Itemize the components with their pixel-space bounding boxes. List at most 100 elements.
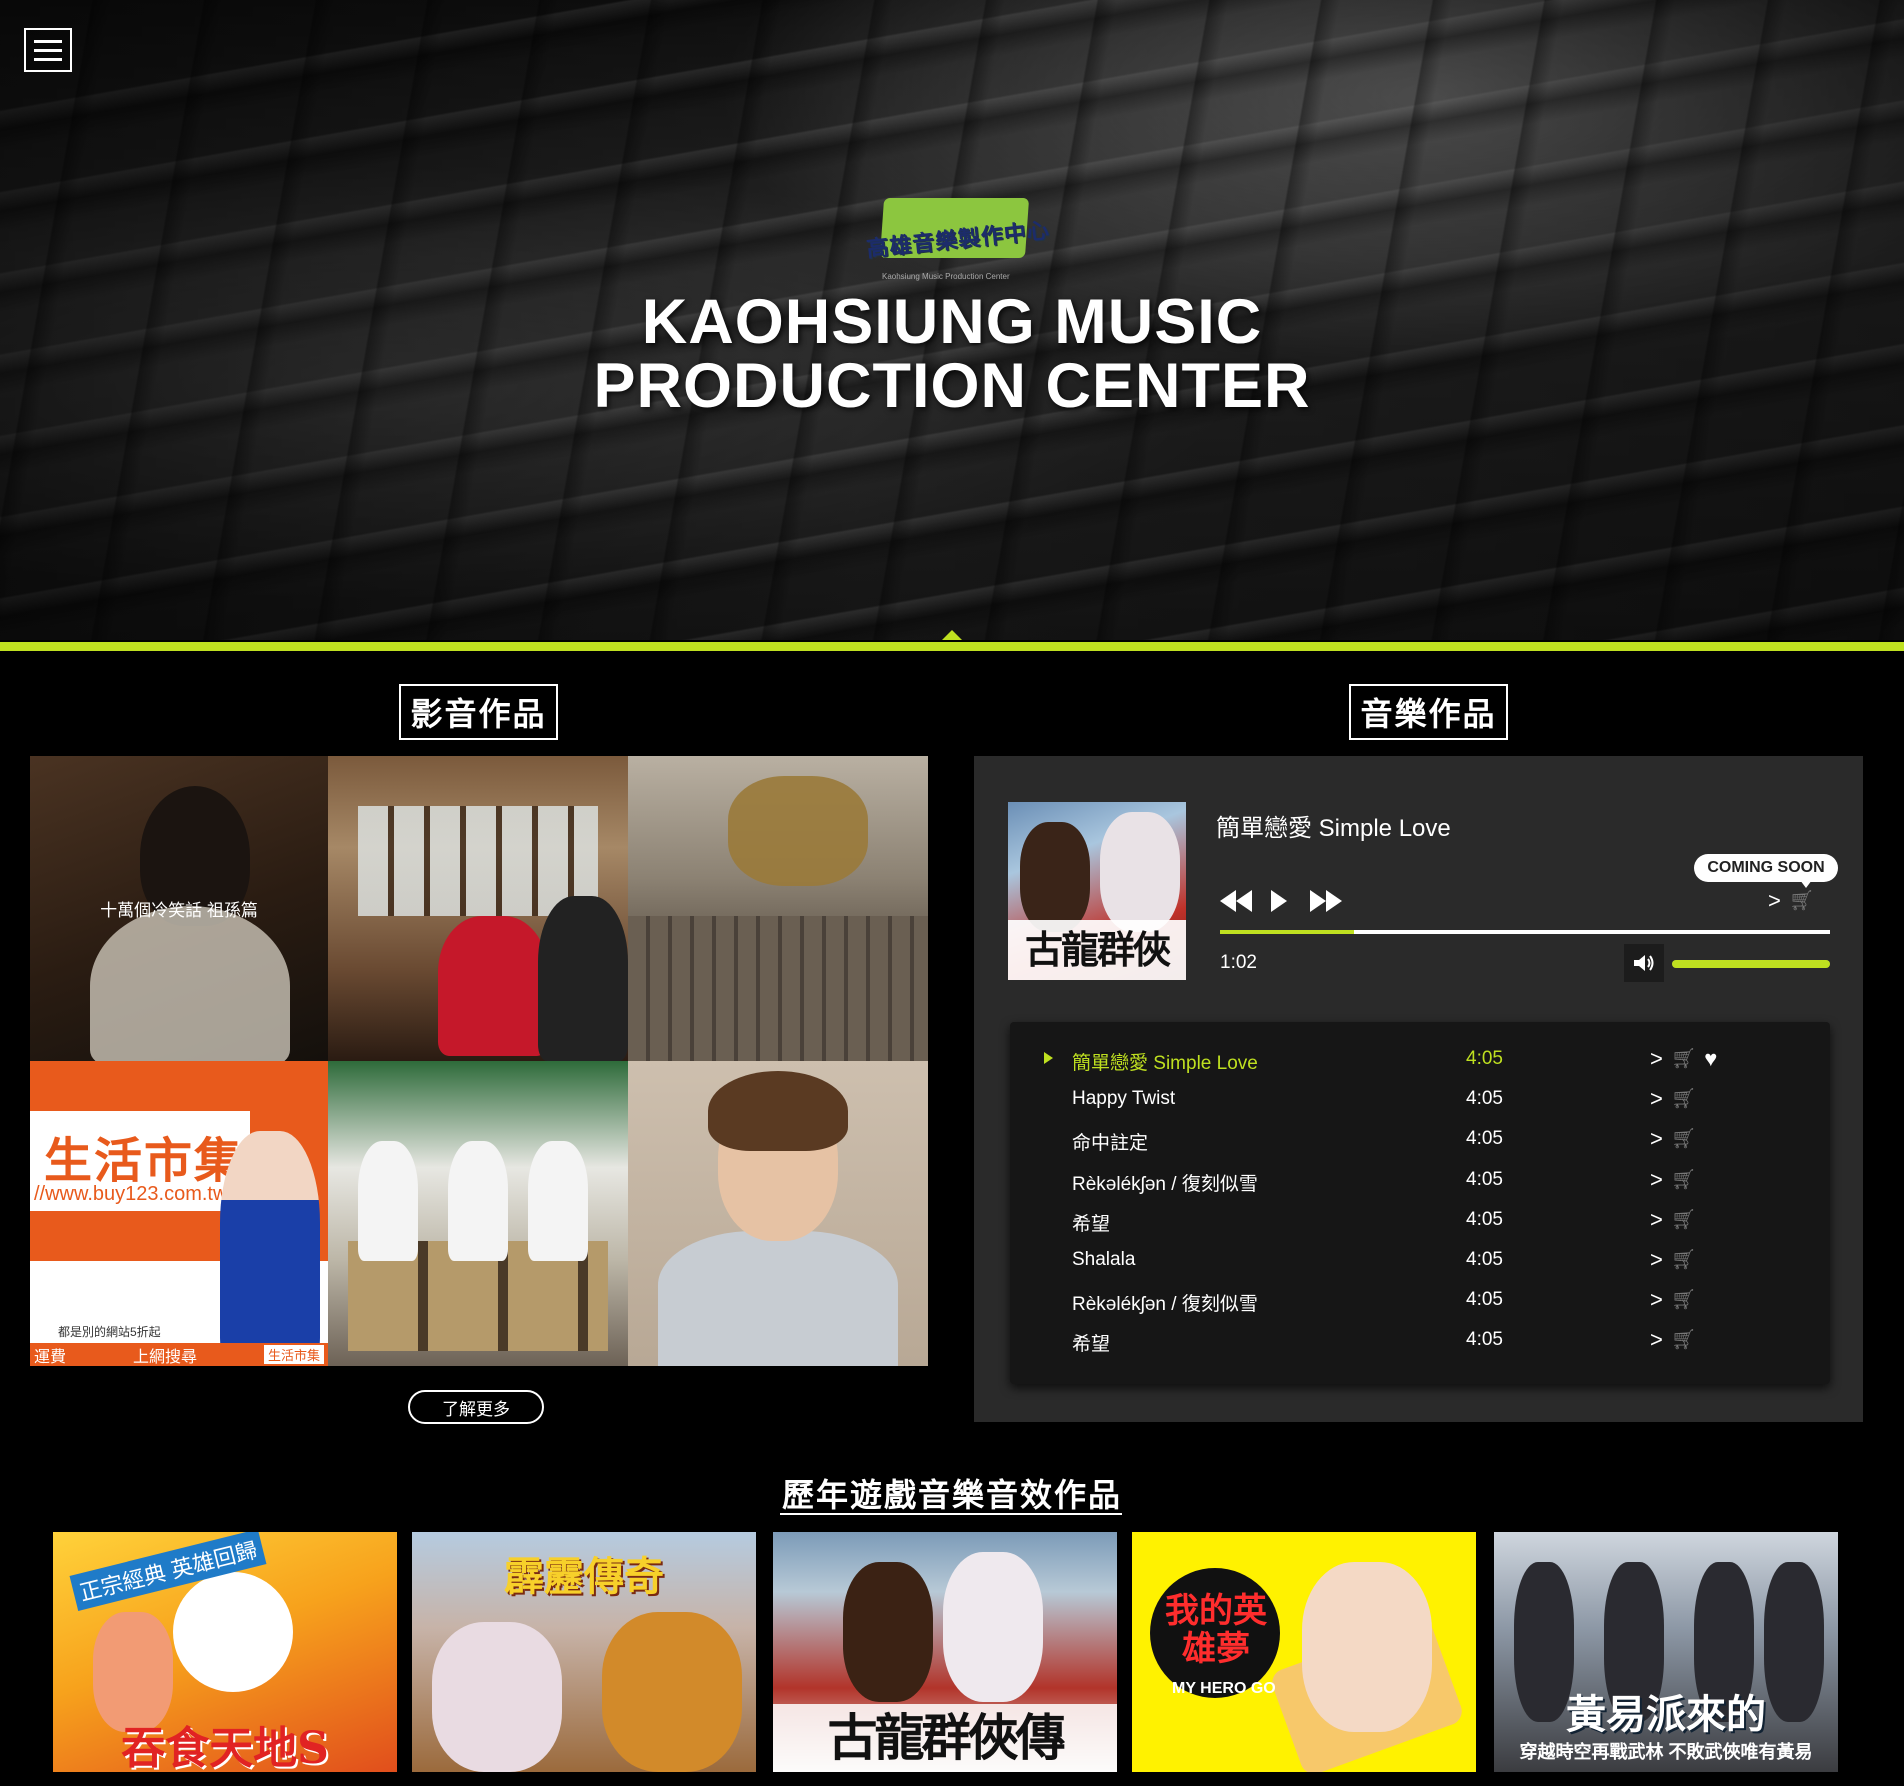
cover-art	[1020, 822, 1090, 932]
rewind-button[interactable]	[1220, 886, 1252, 916]
music-section-title: 音樂作品	[1349, 684, 1508, 740]
cart-icon[interactable]: 🛒︎	[1671, 1329, 1696, 1351]
tile-strip-left: 運費	[34, 1348, 67, 1366]
cart-icon[interactable]: 🛒︎	[1671, 1088, 1696, 1110]
tile-strip-mid: 上網搜尋	[132, 1348, 197, 1366]
track-actions: > 🛒︎	[1650, 1249, 1696, 1272]
tile-strip-tag: 生活市集	[263, 1345, 324, 1364]
share-icon[interactable]: >	[1768, 890, 1781, 912]
track-actions: > 🛒︎	[1650, 1168, 1696, 1191]
playlist-item[interactable]: 命中註定 4:05 > 🛒︎	[1010, 1120, 1830, 1160]
share-icon[interactable]: >	[1650, 1168, 1663, 1191]
tile-image	[538, 896, 628, 1061]
hamburger-icon	[34, 39, 62, 43]
playlist-item[interactable]: Rèkəlékʃən / 復刻似雪 4:05 > 🛒︎	[1010, 1161, 1830, 1201]
share-icon[interactable]: >	[1650, 1329, 1663, 1351]
cart-icon[interactable]: 🛒︎	[1671, 1128, 1696, 1150]
hamburger-icon-bar	[34, 48, 62, 52]
game-tile[interactable]: 我的英雄夢 MY HERO GO	[1132, 1532, 1476, 1772]
tile-url-text: //www.buy123.com.tw	[34, 1183, 228, 1205]
game-art	[843, 1562, 933, 1702]
playlist: 簡單戀愛 Simple Love 4:05 > 🛒︎ ♥ Happy Twist 4:05 >…	[1010, 1022, 1830, 1384]
share-icon[interactable]: >	[1650, 1128, 1663, 1150]
track-name: 簡單戀愛 Simple Love	[1072, 1053, 1258, 1074]
game-art	[1302, 1562, 1432, 1732]
coming-soon-badge: COMING SOON	[1694, 854, 1838, 888]
hero-notch	[940, 630, 964, 640]
game-title: 古龍群俠傳	[773, 1704, 1117, 1772]
tile-strip: 運費 上網搜尋 生活市集	[30, 1343, 328, 1366]
game-subtitle: MY HERO GO	[1172, 1680, 1276, 1697]
volume-button[interactable]	[1624, 944, 1664, 982]
hamburger-menu-button[interactable]	[24, 28, 72, 72]
site-logo[interactable]: 高雄音樂製作中心 Kaohsiung Music Production Cent…	[865, 194, 1051, 284]
volume-slider[interactable]	[1672, 960, 1830, 968]
playlist-item[interactable]: Rèkəlékʃən / 復刻似雪 4:05 > 🛒︎	[1010, 1281, 1830, 1321]
video-tile[interactable]: 十萬個冷笑話 祖孫篇	[30, 756, 328, 1061]
game-tile[interactable]: 古龍群俠傳	[773, 1532, 1117, 1772]
game-tile[interactable]: 霹靂傳奇	[412, 1532, 756, 1772]
track-progress-bar[interactable]	[1220, 930, 1830, 934]
video-tile[interactable]	[628, 756, 928, 1061]
now-playing-actions: > 🛒︎	[1768, 890, 1814, 913]
share-icon[interactable]: >	[1650, 1208, 1663, 1231]
cart-icon[interactable]: 🛒︎	[1671, 1048, 1696, 1070]
track-duration: 4:05	[1466, 1088, 1503, 1110]
playlist-item[interactable]: 簡單戀愛 Simple Love 4:05 > 🛒︎ ♥	[1010, 1040, 1830, 1080]
playlist-item[interactable]: 希望 4:05 > 🛒︎	[1010, 1321, 1830, 1361]
track-name: 希望	[1072, 1213, 1111, 1235]
game-tile[interactable]: 正宗經典 英雄回歸 吞食天地S	[53, 1532, 397, 1772]
playlist-item[interactable]: 希望 4:05 > 🛒︎	[1010, 1201, 1830, 1241]
game-art	[602, 1612, 742, 1772]
video-tile[interactable]	[328, 756, 628, 1061]
play-button[interactable]	[1271, 886, 1287, 916]
track-name: Rèkəlékʃən / 復刻似雪	[1072, 1294, 1258, 1316]
video-section-title: 影音作品	[399, 684, 558, 740]
game-art	[432, 1622, 562, 1772]
cart-icon[interactable]: 🛒︎	[1671, 1169, 1696, 1191]
share-icon[interactable]: >	[1650, 1289, 1663, 1311]
track-duration: 4:05	[1466, 1289, 1503, 1311]
cart-icon[interactable]: 🛒︎	[1671, 1209, 1696, 1231]
game-title: 我的英雄夢	[1165, 1591, 1267, 1669]
share-icon[interactable]: >	[1650, 1249, 1663, 1271]
track-name: Shalala	[1072, 1249, 1136, 1270]
cover-title: 古龍群俠傳	[1008, 920, 1186, 980]
volume-fill	[1672, 960, 1830, 968]
cart-icon[interactable]: 🛒︎	[1789, 890, 1814, 912]
track-actions: > 🛒︎	[1650, 1289, 1696, 1312]
video-tile[interactable]: 生活市集 //www.buy123.com.tw 都是別的網站5折起 運費 上網…	[30, 1061, 328, 1366]
track-duration: 4:05	[1466, 1329, 1503, 1351]
album-cover[interactable]: 古龍群俠傳	[1008, 802, 1186, 980]
tile-image	[358, 1141, 418, 1261]
fast-forward-icon	[1310, 890, 1326, 912]
cart-icon[interactable]: 🛒︎	[1671, 1289, 1696, 1311]
video-tile[interactable]	[628, 1061, 928, 1366]
playlist-item[interactable]: Happy Twist 4:05 > 🛒︎	[1010, 1080, 1830, 1120]
learn-more-button[interactable]: 了解更多	[408, 1390, 544, 1424]
video-tile[interactable]	[328, 1061, 628, 1366]
fast-forward-button[interactable]	[1310, 886, 1342, 916]
volume-icon	[1634, 955, 1654, 971]
cover-art	[1100, 812, 1180, 932]
playlist-item[interactable]: Shalala 4:05 > 🛒︎	[1010, 1241, 1830, 1281]
track-duration: 4:05	[1466, 1128, 1503, 1150]
game-tile[interactable]: 黃易派來的 穿越時空再戰武林 不敗武俠唯有黃易	[1494, 1532, 1838, 1772]
cart-icon[interactable]: 🛒︎	[1671, 1249, 1696, 1271]
hero-accent-bar	[0, 642, 1904, 651]
share-icon[interactable]: >	[1650, 1088, 1663, 1110]
track-name: 希望	[1072, 1334, 1111, 1356]
fast-forward-icon-part	[1326, 890, 1342, 912]
video-grid: 十萬個冷笑話 祖孫篇 生活市集 //www.buy123.com.tw 都是別的…	[30, 756, 928, 1366]
tile-fine-print: 都是別的網站5折起	[58, 1325, 161, 1339]
game-title: 吞食天地S	[121, 1723, 329, 1772]
track-name: 命中註定	[1072, 1133, 1149, 1155]
current-time: 1:02	[1220, 952, 1257, 973]
share-icon[interactable]: >	[1650, 1048, 1663, 1070]
music-player: 古龍群俠傳 簡單戀愛 Simple Love COMING SOON > 🛒︎ …	[974, 756, 1863, 1422]
video-tile-caption: 十萬個冷笑話 祖孫篇	[100, 901, 258, 920]
heart-icon[interactable]: ♥	[1704, 1048, 1717, 1070]
track-actions: > 🛒︎ ♥	[1650, 1048, 1717, 1071]
track-duration: 4:05	[1466, 1249, 1503, 1270]
track-duration: 4:05	[1466, 1168, 1503, 1190]
